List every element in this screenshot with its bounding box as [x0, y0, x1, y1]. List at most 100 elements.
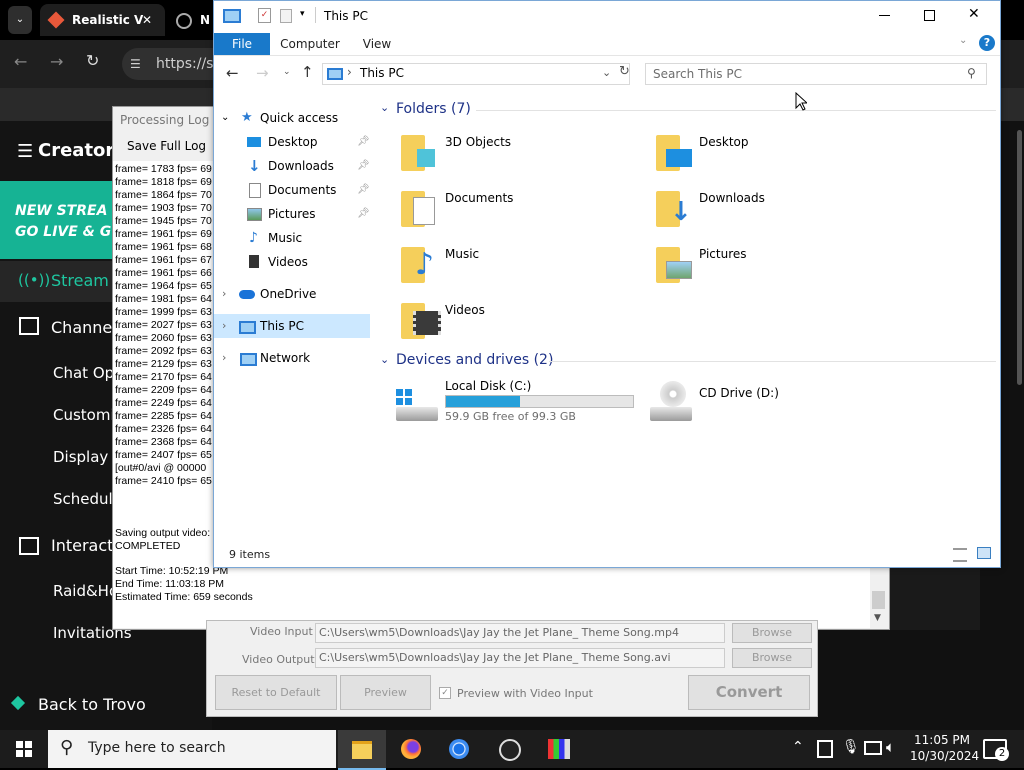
folder-music[interactable]: ♪: [399, 243, 439, 285]
log-window-title: Processing Log C: [120, 113, 222, 127]
pin-icon[interactable]: 📌︎: [357, 178, 370, 202]
sidebar-item-channel[interactable]: Channe: [51, 318, 112, 337]
pin-icon[interactable]: 📌︎: [357, 202, 370, 226]
download-arrow-icon: ↓: [248, 157, 261, 175]
sidebar-item-customize[interactable]: Customi: [53, 406, 115, 424]
reload-icon[interactable]: ↻: [86, 51, 99, 70]
chrome-icon[interactable]: [449, 739, 469, 759]
sidebar-item-chat-options[interactable]: Chat Opt: [53, 364, 120, 382]
scroll-thumb[interactable]: [872, 591, 885, 609]
back-arrow-icon[interactable]: ←: [226, 64, 239, 82]
back-to-trovo-link[interactable]: Back to Trovo: [38, 695, 146, 714]
recent-locations-icon[interactable]: ⌄: [283, 67, 291, 77]
taskbar-file-explorer[interactable]: [338, 730, 386, 770]
taskbar-search-input[interactable]: Type here to search: [88, 740, 226, 756]
customize-toolbar-icon[interactable]: ▾: [300, 9, 305, 19]
address-dropdown-icon[interactable]: ⌄: [602, 66, 611, 79]
address-bar[interactable]: › This PC ⌄: [322, 63, 630, 85]
maximize-icon[interactable]: [924, 10, 935, 21]
nav-network[interactable]: › Network: [214, 346, 370, 370]
windows-start-icon[interactable]: [16, 741, 32, 757]
chevron-up-icon[interactable]: ⌃: [792, 739, 804, 755]
preview-checkbox-label: Preview with Video Input: [457, 687, 593, 700]
clock-time[interactable]: 11:05 PM: [914, 733, 970, 747]
video-input-field[interactable]: C:\Users\wm5\Downloads\Jay Jay the Jet P…: [315, 623, 725, 643]
video-output-field[interactable]: C:\Users\wm5\Downloads\Jay Jay the Jet P…: [315, 648, 725, 668]
nav-quick-access[interactable]: ⌄ ★ Quick access: [214, 106, 370, 130]
tab-search-button[interactable]: ⌄: [8, 6, 32, 34]
clock-date[interactable]: 10/30/2024: [910, 749, 979, 763]
folder-documents[interactable]: [399, 187, 439, 229]
expand-ribbon-icon[interactable]: ⌄: [959, 35, 967, 46]
forward-arrow-icon[interactable]: →: [50, 52, 63, 71]
log-line: frame= 2285 fps= 64: [115, 410, 212, 422]
drive-c[interactable]: [394, 383, 440, 425]
back-arrow-icon[interactable]: ←: [14, 52, 27, 71]
menu-icon[interactable]: ☰: [17, 141, 33, 162]
site-info-icon[interactable]: ☰: [130, 48, 141, 80]
details-view-icon[interactable]: [953, 548, 967, 562]
nav-onedrive[interactable]: › OneDrive: [214, 282, 370, 306]
close-icon[interactable]: ✕: [968, 6, 980, 22]
reset-default-button[interactable]: Reset to Default: [215, 675, 337, 710]
scroll-down-icon[interactable]: ▼: [874, 613, 881, 623]
large-icons-view-icon[interactable]: [977, 547, 991, 559]
save-full-log-button[interactable]: Save Full Log: [113, 135, 213, 157]
pin-icon[interactable]: 📌︎: [357, 130, 370, 154]
search-icon[interactable]: ⚲: [967, 66, 976, 80]
tab-view[interactable]: View: [354, 33, 400, 55]
video-editor-icon[interactable]: [548, 739, 570, 759]
volume-icon[interactable]: 🔈︎: [886, 738, 895, 756]
obs-icon[interactable]: [499, 739, 521, 761]
notifications-button[interactable]: 2: [983, 739, 1009, 761]
nav-videos[interactable]: Videos: [214, 250, 370, 274]
sidebar-item-raid[interactable]: Raid&Ho: [53, 582, 118, 600]
help-icon[interactable]: ?: [979, 35, 995, 51]
convert-button[interactable]: Convert: [688, 675, 810, 710]
folder-desktop[interactable]: [654, 131, 694, 173]
folder-downloads[interactable]: ↓: [654, 187, 694, 229]
properties-icon[interactable]: ✓: [258, 8, 271, 23]
folders-collapse-icon[interactable]: ⌄: [380, 101, 389, 114]
nav-music[interactable]: ♪ Music: [214, 226, 370, 250]
search-input[interactable]: Search This PC: [653, 67, 742, 81]
nav-pictures[interactable]: Pictures 📌︎: [214, 202, 370, 226]
log-scrollbar[interactable]: ▼: [870, 567, 887, 628]
nav-documents[interactable]: Documents 📌︎: [214, 178, 370, 202]
browse-output-button[interactable]: Browse: [732, 648, 812, 668]
drive-d[interactable]: [648, 381, 694, 423]
minimize-icon[interactable]: [879, 15, 890, 16]
folder-videos[interactable]: [399, 299, 441, 341]
sidebar-item-display[interactable]: Display: [53, 448, 108, 466]
tab-computer[interactable]: Computer: [276, 33, 344, 55]
up-arrow-icon[interactable]: ↑: [301, 63, 314, 81]
new-folder-icon[interactable]: [280, 9, 292, 23]
sidebar-item-interact[interactable]: Interact: [51, 536, 113, 555]
microphone-icon[interactable]: 🎙︎: [842, 739, 860, 755]
tab-file[interactable]: File: [214, 33, 270, 55]
taskbar-search[interactable]: ⚲ Type here to search: [48, 730, 336, 768]
folder-pictures[interactable]: [654, 243, 694, 285]
network-icon[interactable]: [864, 741, 882, 755]
nav-desktop[interactable]: Desktop 📌︎: [214, 130, 370, 154]
firefox-icon[interactable]: [401, 739, 421, 759]
browser-tab-1[interactable]: Realistic V ✕: [40, 4, 165, 36]
browser-tab-2[interactable]: N: [170, 4, 215, 36]
forward-arrow-icon[interactable]: →: [256, 64, 269, 82]
security-icon[interactable]: [817, 740, 833, 758]
refresh-icon[interactable]: ↻: [619, 64, 630, 79]
devices-header[interactable]: Devices and drives (2): [396, 352, 553, 368]
pin-icon[interactable]: 📌︎: [357, 154, 370, 178]
browse-input-button[interactable]: Browse: [732, 623, 812, 643]
devices-collapse-icon[interactable]: ⌄: [380, 353, 389, 366]
folder-3d-objects[interactable]: [399, 131, 439, 173]
page-scrollbar[interactable]: [1017, 130, 1022, 385]
preview-checkbox[interactable]: ✓: [439, 687, 451, 699]
search-box[interactable]: Search This PC ⚲: [645, 63, 987, 85]
close-icon[interactable]: ✕: [142, 4, 152, 36]
nav-downloads[interactable]: ↓ Downloads 📌︎: [214, 154, 370, 178]
preview-button[interactable]: Preview: [340, 675, 431, 710]
nav-this-pc[interactable]: › This PC: [214, 314, 370, 338]
log-line: frame= 1964 fps= 65: [115, 280, 212, 292]
folders-header[interactable]: Folders (7): [396, 101, 471, 117]
